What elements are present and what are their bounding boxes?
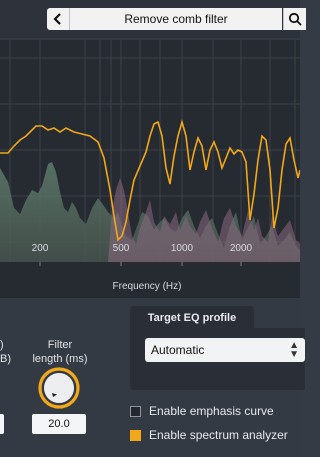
x-axis-title: Frequency (Hz) — [112, 281, 182, 292]
tab-target-eq-profile[interactable]: Target EQ profile — [130, 306, 254, 330]
x-axis-ticks — [39, 262, 242, 266]
emphasis-curve-label: Enable emphasis curve — [149, 404, 274, 418]
filter-length-label: Filter length (ms) — [28, 338, 92, 366]
left-column-label: ) B) — [0, 338, 14, 366]
back-button[interactable] — [47, 8, 70, 30]
filter-length-knob[interactable] — [38, 367, 80, 409]
filter-length-value-field[interactable]: 20.0 — [32, 414, 86, 434]
frequency-chart: 200 500 1000 2000 Frequency (Hz) — [0, 40, 300, 298]
updown-arrows-icon: ▲ ▼ — [289, 340, 299, 360]
filter-length-label-line-2: length (ms) — [32, 353, 88, 365]
frequency-chart-svg — [0, 40, 300, 266]
search-icon — [288, 12, 302, 26]
x-tick-label: 200 — [31, 243, 49, 254]
emphasis-curve-option[interactable]: Enable emphasis curve — [130, 403, 274, 419]
left-column-label-line-2: B) — [0, 353, 11, 365]
x-tick-label: 1000 — [170, 243, 194, 254]
search-button[interactable] — [283, 8, 306, 30]
chevron-left-icon — [53, 13, 61, 25]
x-tick-label: 500 — [112, 243, 130, 254]
header-bar: Remove comb filter — [0, 0, 306, 38]
left-value-field[interactable] — [0, 414, 4, 434]
page-title: Remove comb filter — [70, 8, 282, 30]
filter-length-label-line-1: Filter — [47, 339, 73, 351]
left-column-label-line-1: ) — [0, 339, 4, 351]
spectrum-analyzer-option[interactable]: Enable spectrum analyzer — [130, 427, 288, 443]
target-eq-profile-select[interactable]: Automatic ▲ ▼ — [145, 338, 305, 362]
x-tick-label: 2000 — [229, 243, 253, 254]
spectrum-analyzer-checkbox[interactable] — [130, 429, 141, 441]
emphasis-curve-checkbox[interactable] — [130, 405, 141, 417]
spectrum-analyzer-label: Enable spectrum analyzer — [149, 428, 288, 442]
eq-select-value: Automatic — [151, 343, 205, 357]
